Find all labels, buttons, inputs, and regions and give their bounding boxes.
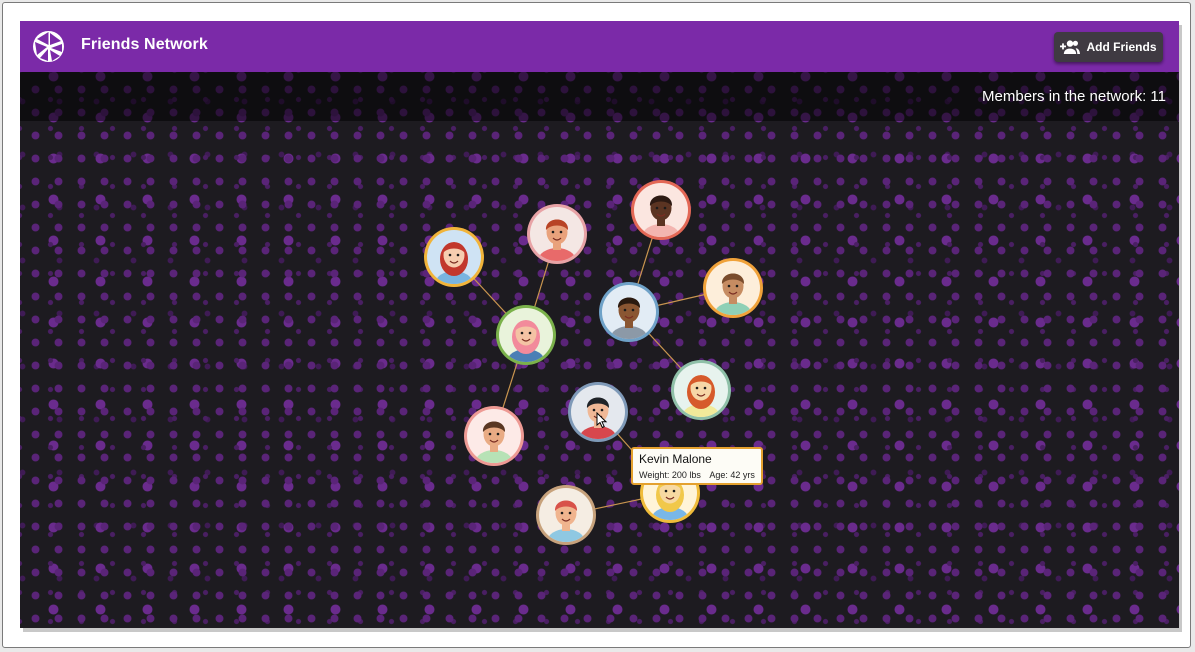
tooltip-details: Weight: 200 lbs Age: 42 yrs [639,469,755,481]
member-node[interactable] [703,258,763,328]
network-canvas[interactable]: Members in the network: 11 Kevin Malone … [20,72,1179,628]
tooltip-weight: Weight: 200 lbs [639,470,701,480]
member-node[interactable] [496,305,556,375]
member-tooltip: Kevin Malone Weight: 200 lbs Age: 42 yrs [631,447,763,485]
member-node[interactable] [527,204,587,274]
tooltip-age: Age: 42 yrs [709,470,755,480]
member-node[interactable] [599,282,659,352]
member-node[interactable] [536,485,596,555]
member-node[interactable] [424,227,484,297]
member-node[interactable] [671,360,731,430]
tooltip-name: Kevin Malone [639,452,712,466]
app-title: Friends Network [81,36,208,53]
member-node[interactable] [631,180,691,250]
member-node[interactable] [464,406,524,476]
app-bar: Friends Network Add Friends [20,21,1179,72]
add-friends-label: Add Friends [1086,40,1157,54]
add-friends-button[interactable]: Add Friends [1054,32,1163,62]
app-container: Friends Network Add Friends Members in t… [20,21,1179,628]
mouse-pointer-icon [596,412,608,429]
geometric-logo-icon [33,31,64,62]
person-add-icon [1060,40,1081,54]
network-graph [424,180,763,555]
